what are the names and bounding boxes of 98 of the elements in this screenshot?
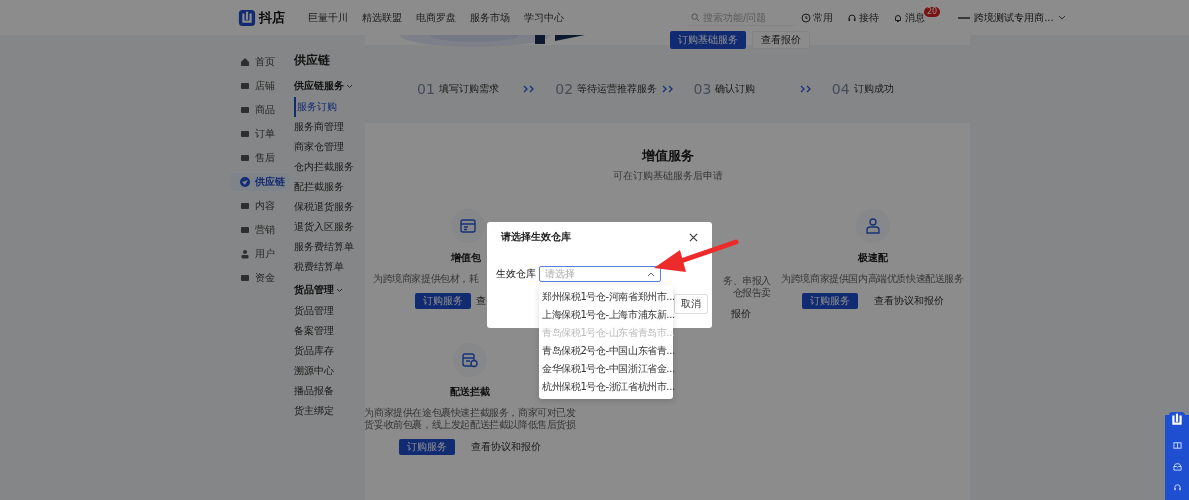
agreement-link[interactable]: 查 [476, 294, 486, 308]
warehouse-option[interactable]: 青岛保税2号仓-中国山东省青... [539, 342, 673, 360]
subnav-group[interactable]: 货品管理 [294, 283, 365, 297]
nav-icon [240, 57, 250, 67]
headset-icon [847, 12, 857, 23]
logo-text[interactable]: 抖店 [259, 8, 285, 27]
top-nav-link[interactable]: 精选联盟 [362, 10, 402, 25]
order-button[interactable]: 订购服务 [415, 293, 471, 309]
chevron-icon [336, 287, 343, 293]
nav-icon [240, 249, 250, 259]
service-description: 为商家提供在途包裹快速拦截服务，商家可对已发 货妥收前包裹，线上发起配送拦截以降低售后货损 [364, 407, 576, 431]
nav-item[interactable]: 商品 [230, 101, 290, 119]
headset-icon[interactable] [1172, 483, 1182, 492]
agreement-link[interactable]: 查看协议和报价 [873, 294, 944, 308]
bell-icon [893, 12, 903, 23]
service-description: 务、串报入 仓报告卖 [723, 275, 771, 299]
step-number: 01 [417, 81, 435, 97]
caret-icon [647, 271, 655, 277]
service-icon [461, 351, 479, 369]
nav-icon [240, 201, 250, 211]
top-action[interactable]: 常用 [801, 6, 833, 29]
subnav-item[interactable]: 播品报备 [294, 381, 365, 401]
nav-item[interactable]: 资金 [230, 269, 290, 287]
top-nav-link[interactable]: 巨量千川 [308, 10, 348, 25]
subnav-item[interactable]: 货品管理 [294, 301, 365, 321]
step-label: 确认订购 [715, 82, 756, 96]
service-title: 增值包 [451, 251, 481, 265]
subnav-group[interactable]: 供应链服务 [294, 79, 365, 93]
order-button[interactable]: 订购服务 [801, 293, 858, 309]
nav-item[interactable]: 内容 [230, 197, 290, 215]
nav-icon [240, 129, 250, 139]
subnav-item[interactable]: 备案管理 [294, 321, 365, 341]
banner-button[interactable]: 订购基础服务 [670, 31, 746, 49]
nav-item[interactable]: 店铺 [230, 77, 290, 95]
dash-icon [958, 15, 971, 20]
warehouse-option[interactable]: 郑州保税1号仓-河南省郑州市... [539, 288, 673, 306]
service-description: 为跨境商家提供包材，耗 [373, 273, 479, 285]
service-title: 配送拦截 [450, 385, 490, 399]
book-icon[interactable] [1172, 441, 1182, 450]
subnav-item[interactable]: 退货入区服务 [294, 217, 365, 237]
chevron-icon [346, 83, 353, 89]
logo-icon[interactable] [238, 8, 256, 27]
section-title: 增值服务 [641, 147, 694, 165]
banner-button[interactable]: 查看报价 [752, 31, 810, 49]
nav-icon [240, 177, 250, 187]
subnav-item[interactable]: 服务费结算单 [294, 237, 365, 257]
nav-item[interactable]: 订单 [230, 125, 290, 143]
nav-item[interactable]: 售后 [230, 149, 290, 167]
nav-item[interactable]: 用户 [230, 245, 290, 263]
subnav-item[interactable]: 税费结算单 [294, 257, 365, 277]
dialog-title: 请选择生效仓库 [501, 230, 571, 244]
service-title: 极速配 [857, 251, 888, 265]
subnav-item[interactable]: 服务订购 [294, 97, 365, 117]
account-name[interactable]: 跨境测试专用商... [974, 10, 1054, 25]
warehouse-option[interactable]: 上海保税1号仓-上海市浦东新... [539, 306, 673, 324]
subnav-item[interactable]: 仓内拦截服务 [294, 157, 365, 177]
cancel-button[interactable]: 取消 [674, 294, 708, 314]
nav-item[interactable]: 首页 [230, 53, 290, 71]
step-number: 02 [555, 81, 574, 97]
search-icon [691, 12, 700, 22]
inbox-icon[interactable] [1172, 462, 1182, 471]
top-nav-link[interactable]: 电商罗盘 [416, 10, 456, 25]
subnav-item[interactable]: 商家仓管理 [294, 137, 365, 157]
service-icon [863, 217, 882, 235]
agreement-link[interactable]: 查看协议和报价 [471, 440, 541, 454]
subnav-item[interactable]: 溯源中心 [294, 361, 365, 381]
top-action[interactable]: 接待 [847, 6, 879, 29]
nav-icon [240, 105, 250, 115]
nav-icon [240, 225, 250, 235]
step-label: 等待运营推荐服务 [577, 82, 658, 96]
nav-icon [240, 273, 250, 283]
warehouse-select[interactable]: 请选择 [539, 266, 661, 282]
subnav-item[interactable]: 配拦截服务 [294, 177, 365, 197]
subnav-item[interactable]: 货品库存 [294, 341, 365, 361]
service-description: 为跨境商家提供国内高端优质快速配送服务 [781, 273, 964, 285]
nav-icon [240, 153, 250, 163]
subnav-item[interactable]: 服务商管理 [294, 117, 365, 137]
section-subtitle: 可在订购基础服务后申请 [612, 169, 723, 183]
nav-item[interactable]: 供应链 [230, 173, 290, 191]
nav-icon [240, 81, 250, 91]
top-nav-link[interactable]: 服务市场 [470, 10, 510, 25]
chevron-down-icon[interactable] [1057, 14, 1066, 21]
subnav-item[interactable]: 保税退货服务 [294, 197, 365, 217]
top-nav-link[interactable]: 学习中心 [524, 10, 564, 25]
step-label: 填写订购需求 [438, 82, 499, 96]
service-icon [459, 217, 477, 235]
clock-icon [801, 12, 811, 23]
step-label: 订购成功 [853, 82, 894, 96]
field-label: 生效仓库 [496, 267, 537, 281]
step-number: 03 [693, 81, 712, 97]
nav-item[interactable]: 营销 [230, 221, 290, 239]
message-count: 20 [924, 6, 941, 17]
order-button[interactable]: 订购服务 [399, 439, 455, 455]
subnav-item[interactable]: 货主绑定 [294, 401, 365, 421]
subnav-title: 供应链 [294, 52, 331, 69]
agreement-link[interactable]: 报价 [731, 307, 751, 321]
step-number: 04 [831, 81, 850, 97]
close-icon[interactable] [689, 232, 698, 242]
